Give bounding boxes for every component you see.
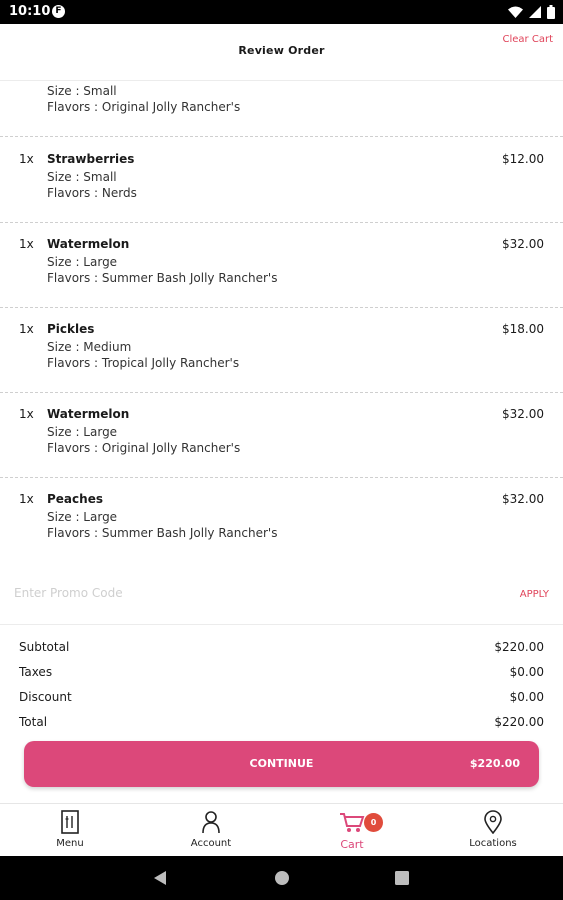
continue-button[interactable]: CONTINUE $220.00: [24, 741, 539, 787]
continue-total: $220.00: [469, 757, 520, 770]
item-name: Pickles: [47, 322, 95, 336]
order-item: 1x Strawberries $12.00 Size : Small Flav…: [0, 137, 563, 223]
status-bar: 10:10 F: [0, 0, 563, 24]
system-nav-bar: [0, 856, 563, 900]
item-price: $32.00: [502, 407, 544, 421]
cart-icon: [340, 813, 365, 832]
order-item: 1x Peaches $32.00 Size : Large Flavors :…: [0, 477, 563, 563]
item-flavors: Flavors : Nerds: [47, 186, 137, 200]
item-price: $12.00: [502, 152, 544, 166]
total-label: Total: [19, 715, 48, 729]
order-item-partial: Size : Small Flavors : Original Jolly Ra…: [0, 80, 563, 137]
item-quantity: 1x: [19, 152, 34, 166]
home-icon[interactable]: [274, 870, 290, 886]
item-name: Strawberries: [47, 152, 135, 166]
item-flavors: Flavors : Original Jolly Rancher's: [47, 100, 241, 114]
item-size: Size : Small: [47, 84, 117, 98]
subtotal-row: Subtotal $220.00: [0, 640, 563, 660]
item-size: Size : Large: [47, 425, 118, 439]
location-icon: [484, 810, 502, 834]
item-quantity: 1x: [19, 322, 34, 336]
order-item: 1x Watermelon $32.00 Size : Large Flavor…: [0, 222, 563, 308]
page-title: Review Order: [238, 44, 325, 57]
discount-value: $0.00: [509, 690, 544, 704]
nav-item-locations[interactable]: Locations: [423, 804, 563, 857]
item-size: Size : Small: [47, 170, 117, 184]
cart-count-badge: 0: [364, 813, 383, 832]
item-quantity: 1x: [19, 237, 34, 251]
item-size: Size : Large: [47, 255, 118, 269]
battery-icon: [547, 5, 555, 19]
total-row: Total $220.00: [0, 715, 563, 735]
promo-code-input[interactable]: [14, 586, 474, 600]
nav-item-menu[interactable]: Menu: [0, 804, 140, 857]
nav-label-menu: Menu: [56, 838, 84, 849]
nav-label-account: Account: [190, 838, 232, 849]
wifi-icon: [508, 6, 523, 18]
taxes-label: Taxes: [19, 665, 53, 679]
item-size: Size : Medium: [47, 340, 132, 354]
nav-item-account[interactable]: Account: [141, 804, 281, 857]
app-header: Review Order Clear Cart: [0, 24, 563, 81]
apply-promo-button[interactable]: APPLY: [520, 589, 549, 600]
item-flavors: Flavors : Summer Bash Jolly Rancher's: [47, 271, 278, 285]
status-icons: [508, 5, 555, 19]
item-quantity: 1x: [19, 492, 34, 506]
order-item: 1x Watermelon $32.00 Size : Large Flavor…: [0, 392, 563, 478]
bottom-nav: Menu Account 0 Cart Locations: [0, 803, 563, 857]
subtotal-value: $220.00: [494, 640, 544, 654]
taxes-value: $0.00: [509, 665, 544, 679]
item-price: $32.00: [502, 237, 544, 251]
item-name: Watermelon: [47, 237, 130, 251]
order-item: 1x Pickles $18.00 Size : Medium Flavors …: [0, 307, 563, 393]
item-name: Peaches: [47, 492, 103, 506]
item-price: $32.00: [502, 492, 544, 506]
subtotal-label: Subtotal: [19, 640, 70, 654]
nav-item-cart[interactable]: 0 Cart: [282, 804, 422, 857]
account-icon: [202, 811, 220, 834]
clear-cart-button[interactable]: Clear Cart: [503, 34, 553, 45]
nav-label-cart: Cart: [340, 838, 364, 851]
status-time: 10:10: [9, 4, 51, 19]
item-price: $18.00: [502, 322, 544, 336]
menu-icon: [61, 810, 79, 834]
item-quantity: 1x: [19, 407, 34, 421]
item-flavors: Flavors : Tropical Jolly Rancher's: [47, 356, 240, 370]
total-value: $220.00: [494, 715, 544, 729]
back-icon[interactable]: [153, 870, 167, 886]
promo-code-row: APPLY: [0, 562, 563, 625]
discount-row: Discount $0.00: [0, 690, 563, 710]
continue-label: CONTINUE: [249, 757, 314, 770]
app-notification-icon: F: [52, 5, 65, 18]
discount-label: Discount: [19, 690, 72, 704]
recents-icon[interactable]: [395, 871, 409, 885]
item-flavors: Flavors : Original Jolly Rancher's: [47, 441, 241, 455]
nav-label-locations: Locations: [469, 838, 517, 849]
item-size: Size : Large: [47, 510, 118, 524]
item-flavors: Flavors : Summer Bash Jolly Rancher's: [47, 526, 278, 540]
taxes-row: Taxes $0.00: [0, 665, 563, 685]
signal-icon: [529, 6, 541, 18]
item-name: Watermelon: [47, 407, 130, 421]
